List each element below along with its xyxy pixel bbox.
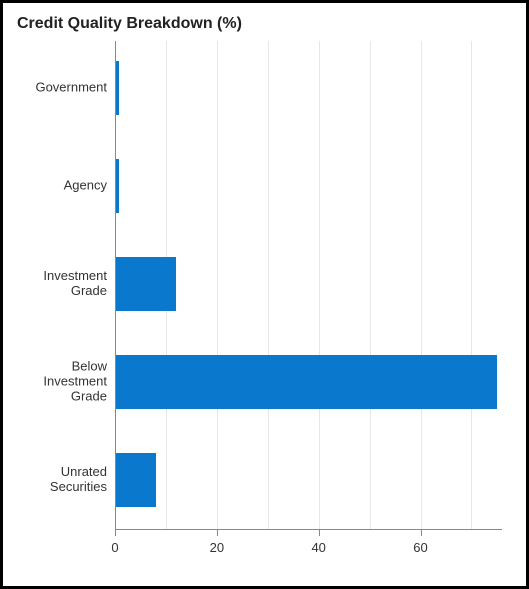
- chart-frame: Credit Quality Breakdown (%) Government A…: [0, 0, 529, 589]
- bar-row: [115, 257, 502, 311]
- x-tick: [421, 530, 422, 536]
- category-label: Unrated Securities: [17, 465, 107, 495]
- x-tick-label: 60: [413, 540, 427, 555]
- category-label: Investment Grade: [17, 269, 107, 299]
- bar: [115, 453, 156, 507]
- category-label: Agency: [17, 179, 107, 194]
- bar: [115, 257, 176, 311]
- plot-area: [115, 41, 502, 530]
- bar-row: [115, 453, 502, 507]
- x-tick: [217, 530, 218, 536]
- bar: [115, 355, 497, 409]
- bar-row: [115, 61, 502, 115]
- x-tick: [319, 530, 320, 536]
- bar-row: [115, 159, 502, 213]
- chart-area: Government Agency Investment Grade Below In…: [17, 41, 512, 570]
- y-axis: [115, 41, 116, 530]
- chart-title: Credit Quality Breakdown (%): [17, 15, 512, 33]
- x-tick-label: 40: [311, 540, 325, 555]
- x-tick-label: 0: [111, 540, 118, 555]
- x-tick-label: 20: [210, 540, 224, 555]
- x-tick: [115, 530, 116, 536]
- x-axis: [115, 529, 502, 530]
- category-label: Below Investment Grade: [17, 360, 107, 405]
- bar-row: [115, 355, 502, 409]
- category-label: Government: [17, 81, 107, 96]
